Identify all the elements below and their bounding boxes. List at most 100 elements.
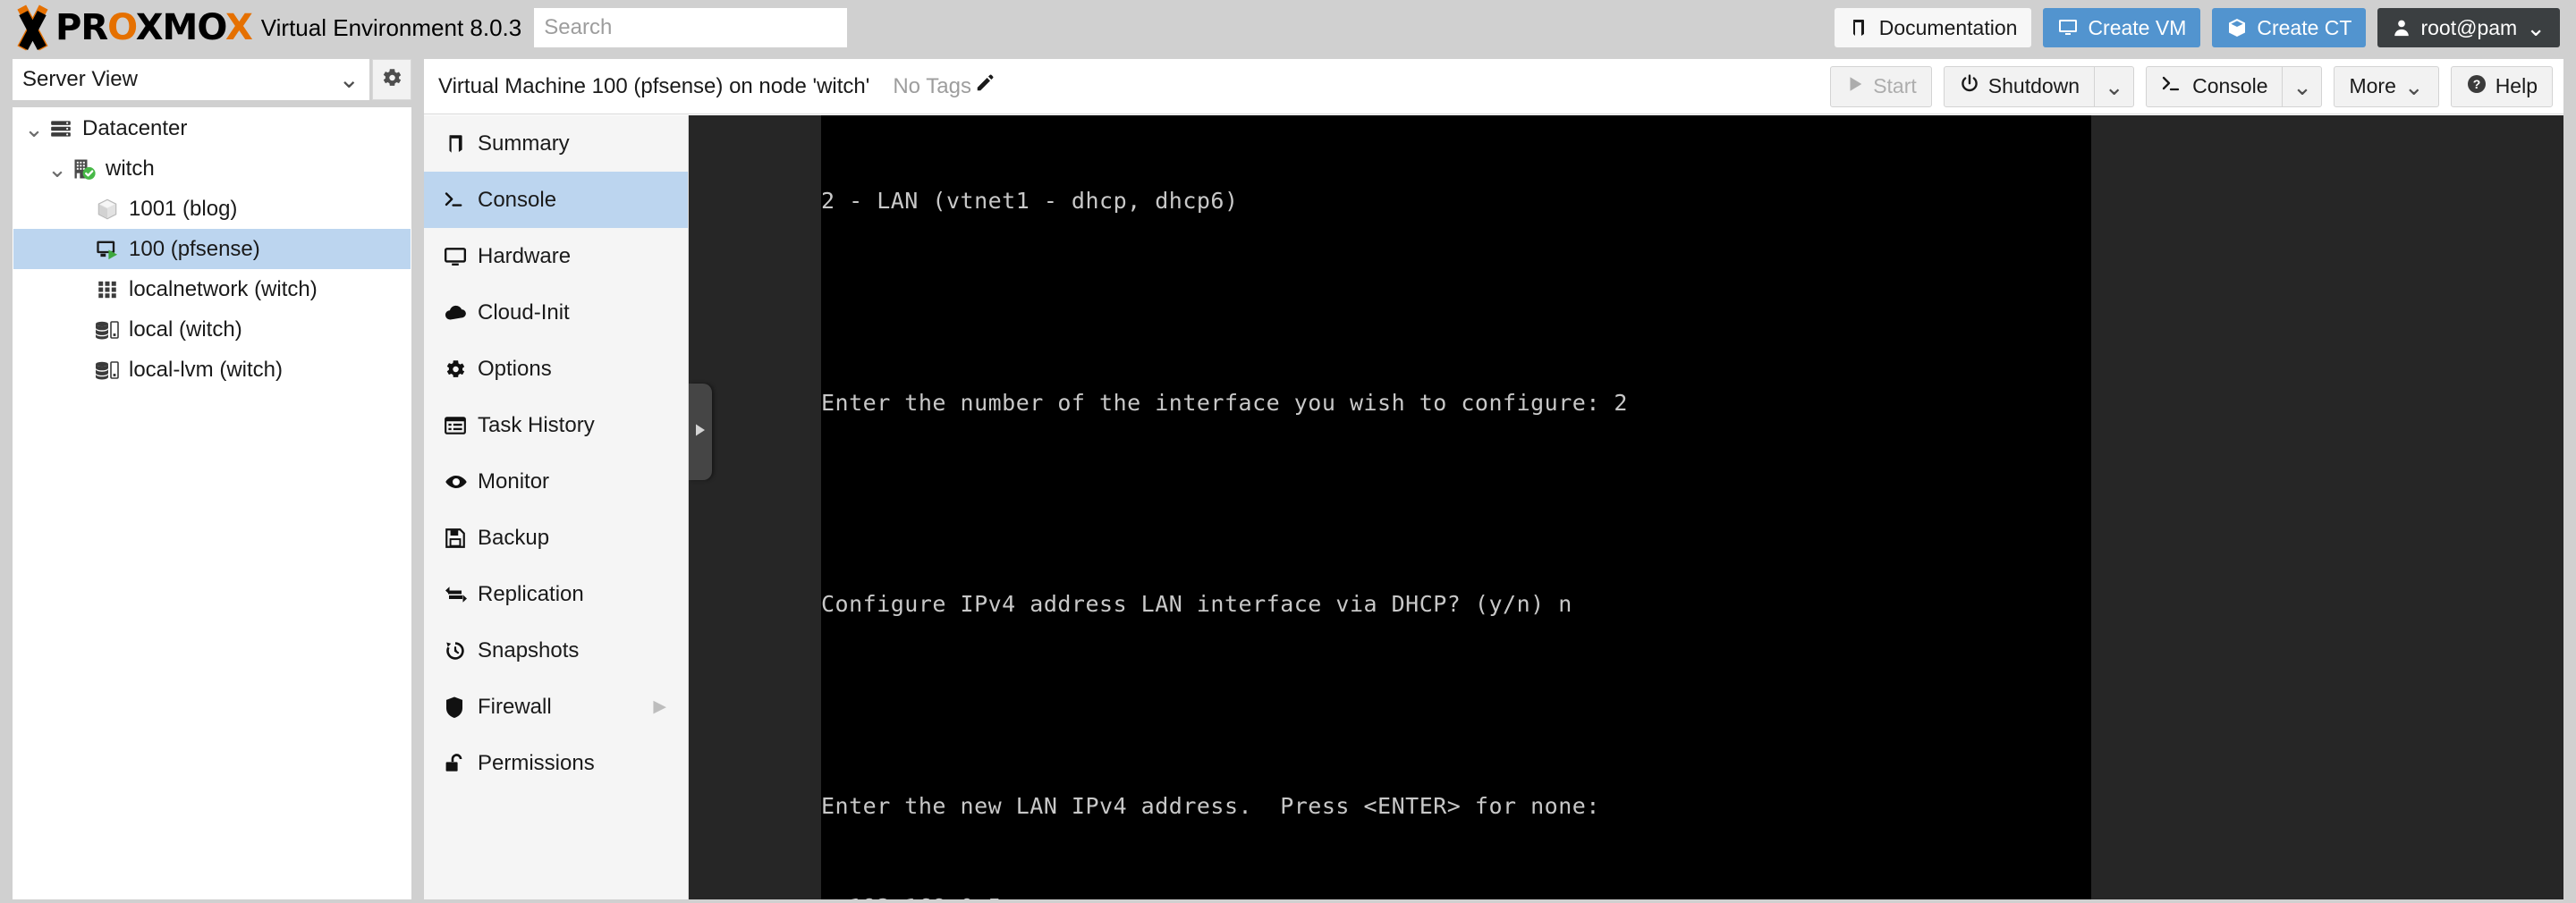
start-button[interactable]: Start	[1830, 65, 1932, 107]
unlock-icon	[444, 752, 478, 775]
vm-menu-item-task-history[interactable]: Task History	[424, 397, 688, 453]
vm-menu-label: Snapshots	[478, 637, 580, 662]
vm-menu-item-firewall[interactable]: Firewall ▶	[424, 679, 688, 735]
more-button[interactable]: More ⌄	[2334, 65, 2439, 107]
terminal-icon	[444, 190, 478, 211]
chevron-down-icon: ⌄	[2292, 72, 2312, 100]
chevron-down-icon: ⌄	[338, 65, 360, 93]
shutdown-dropdown-button[interactable]: ⌄	[2094, 66, 2133, 106]
chevron-down-icon[interactable]: ⌄	[46, 157, 69, 181]
vm-menu-item-console[interactable]: Console	[424, 172, 688, 228]
proxmox-wordmark: PROXMOX	[55, 7, 253, 48]
svg-text:?: ?	[2472, 77, 2480, 91]
start-label: Start	[1873, 74, 1917, 97]
vm-menu-item-backup[interactable]: Backup	[424, 510, 688, 566]
create-vm-label: Create VM	[2088, 15, 2187, 39]
book-icon	[1849, 17, 1870, 38]
floppy-icon	[444, 527, 478, 550]
replication-icon	[444, 584, 478, 605]
storage-icon	[92, 358, 123, 383]
container-stopped-icon	[92, 197, 123, 222]
help-label: Help	[2495, 74, 2538, 97]
tree-item-network-localnetwork[interactable]: localnetwork (witch)	[13, 269, 411, 309]
vm-menu-item-hardware[interactable]: Hardware	[424, 228, 688, 284]
vm-menu-item-permissions[interactable]: Permissions	[424, 735, 688, 791]
vm-menu: Summary Console Hardware Cloud-Init Opti…	[424, 115, 689, 899]
proxmox-logo[interactable]: PROXMOX	[13, 4, 253, 51]
tree-item-storage-local[interactable]: local (witch)	[13, 309, 411, 350]
proxmox-x-icon	[13, 4, 54, 51]
server-view-panel: Server View ⌄ ⌄ Datacenter ⌄ witch 1001 …	[13, 59, 411, 899]
console-button[interactable]: Console ⌄	[2146, 65, 2323, 107]
pencil-icon[interactable]	[975, 73, 995, 99]
terminal-line: Enter the number of the interface you wi…	[821, 389, 1628, 416]
vm-menu-label: Cloud-Init	[478, 300, 570, 325]
vm-menu-label: Console	[478, 187, 557, 212]
vm-menu-label: Firewall	[478, 694, 552, 719]
tree-item-vm-100[interactable]: 100 (pfsense)	[13, 229, 411, 269]
play-icon	[1845, 74, 1865, 99]
vm-menu-item-replication[interactable]: Replication	[424, 566, 688, 622]
console-pane: 2 - LAN (vtnet1 - dhcp, dhcp6) Enter the…	[689, 115, 2563, 899]
monitor-icon	[2057, 17, 2079, 38]
user-menu-button[interactable]: root@pam ⌄	[2377, 8, 2560, 47]
vm-menu-item-monitor[interactable]: Monitor	[424, 453, 688, 510]
terminal-line: Configure IPv4 address LAN interface via…	[821, 591, 1572, 618]
more-label: More	[2349, 74, 2396, 97]
triangle-right-icon	[693, 422, 708, 443]
view-mode-select[interactable]: Server View ⌄	[13, 59, 369, 100]
documentation-button[interactable]: Documentation	[1834, 8, 2032, 47]
console-label: Console	[2192, 74, 2268, 97]
header-actions: Documentation Create VM Create CT root@p…	[1834, 8, 2560, 47]
terminal-line: 2 - LAN (vtnet1 - dhcp, dhcp6)	[821, 188, 1239, 215]
tree-item-label: Datacenter	[82, 115, 188, 140]
help-button[interactable]: ? Help	[2450, 65, 2553, 107]
vm-menu-item-summary[interactable]: Summary	[424, 115, 688, 172]
resource-tree: ⌄ Datacenter ⌄ witch 1001 (blog) 100 (pf…	[13, 107, 411, 899]
tags-label: No Tags	[893, 73, 971, 98]
tree-item-datacenter[interactable]: ⌄ Datacenter	[13, 108, 411, 148]
terminal-line: Enter the new LAN IPv4 address. Press <E…	[821, 792, 1600, 819]
chevron-down-icon: ⌄	[2403, 72, 2424, 100]
list-icon	[444, 414, 478, 437]
bottom-strip	[0, 899, 2576, 903]
app-body: Server View ⌄ ⌄ Datacenter ⌄ witch 1001 …	[0, 55, 2576, 903]
datacenter-icon	[46, 117, 76, 140]
network-icon	[92, 278, 123, 301]
vm-menu-item-snapshots[interactable]: Snapshots	[424, 622, 688, 679]
chevron-down-icon: ⌄	[2526, 14, 2546, 41]
gear-icon	[380, 66, 403, 94]
chevron-right-icon: ▶	[653, 697, 666, 716]
tags-editor[interactable]: No Tags	[893, 73, 995, 99]
console-dropdown-button[interactable]: ⌄	[2282, 66, 2321, 106]
view-mode-label: Server View	[22, 67, 138, 91]
vm-menu-item-cloud-init[interactable]: Cloud-Init	[424, 284, 688, 341]
create-vm-button[interactable]: Create VM	[2043, 8, 2201, 47]
create-ct-button[interactable]: Create CT	[2212, 8, 2367, 47]
book-icon	[444, 132, 478, 156]
tree-settings-button[interactable]	[372, 59, 411, 100]
user-icon	[2392, 18, 2411, 38]
menu-collapse-handle[interactable]	[689, 384, 712, 480]
create-ct-label: Create CT	[2257, 15, 2352, 39]
tree-item-storage-local-lvm[interactable]: local-lvm (witch)	[13, 350, 411, 390]
vm-menu-label: Replication	[478, 581, 584, 606]
tree-item-node-witch[interactable]: ⌄ witch	[13, 148, 411, 189]
power-icon	[1959, 73, 1980, 100]
page-title: Virtual Machine 100 (pfsense) on node 'w…	[438, 73, 870, 98]
vm-content-region: Virtual Machine 100 (pfsense) on node 'w…	[424, 59, 2563, 899]
app-header: PROXMOX Virtual Environment 8.0.3 Docume…	[0, 0, 2576, 55]
monitor-icon	[444, 245, 478, 268]
vm-menu-item-options[interactable]: Options	[424, 341, 688, 397]
search-input[interactable]	[534, 8, 848, 47]
chevron-down-icon[interactable]: ⌄	[22, 117, 46, 140]
terminal-icon	[2161, 74, 2184, 99]
novnc-terminal-screen[interactable]: 2 - LAN (vtnet1 - dhcp, dhcp6) Enter the…	[821, 115, 2091, 899]
shutdown-button[interactable]: Shutdown ⌄	[1943, 65, 2135, 107]
tree-item-label: local (witch)	[129, 316, 242, 342]
shield-icon	[444, 696, 478, 719]
tree-item-ct-1001[interactable]: 1001 (blog)	[13, 189, 411, 229]
